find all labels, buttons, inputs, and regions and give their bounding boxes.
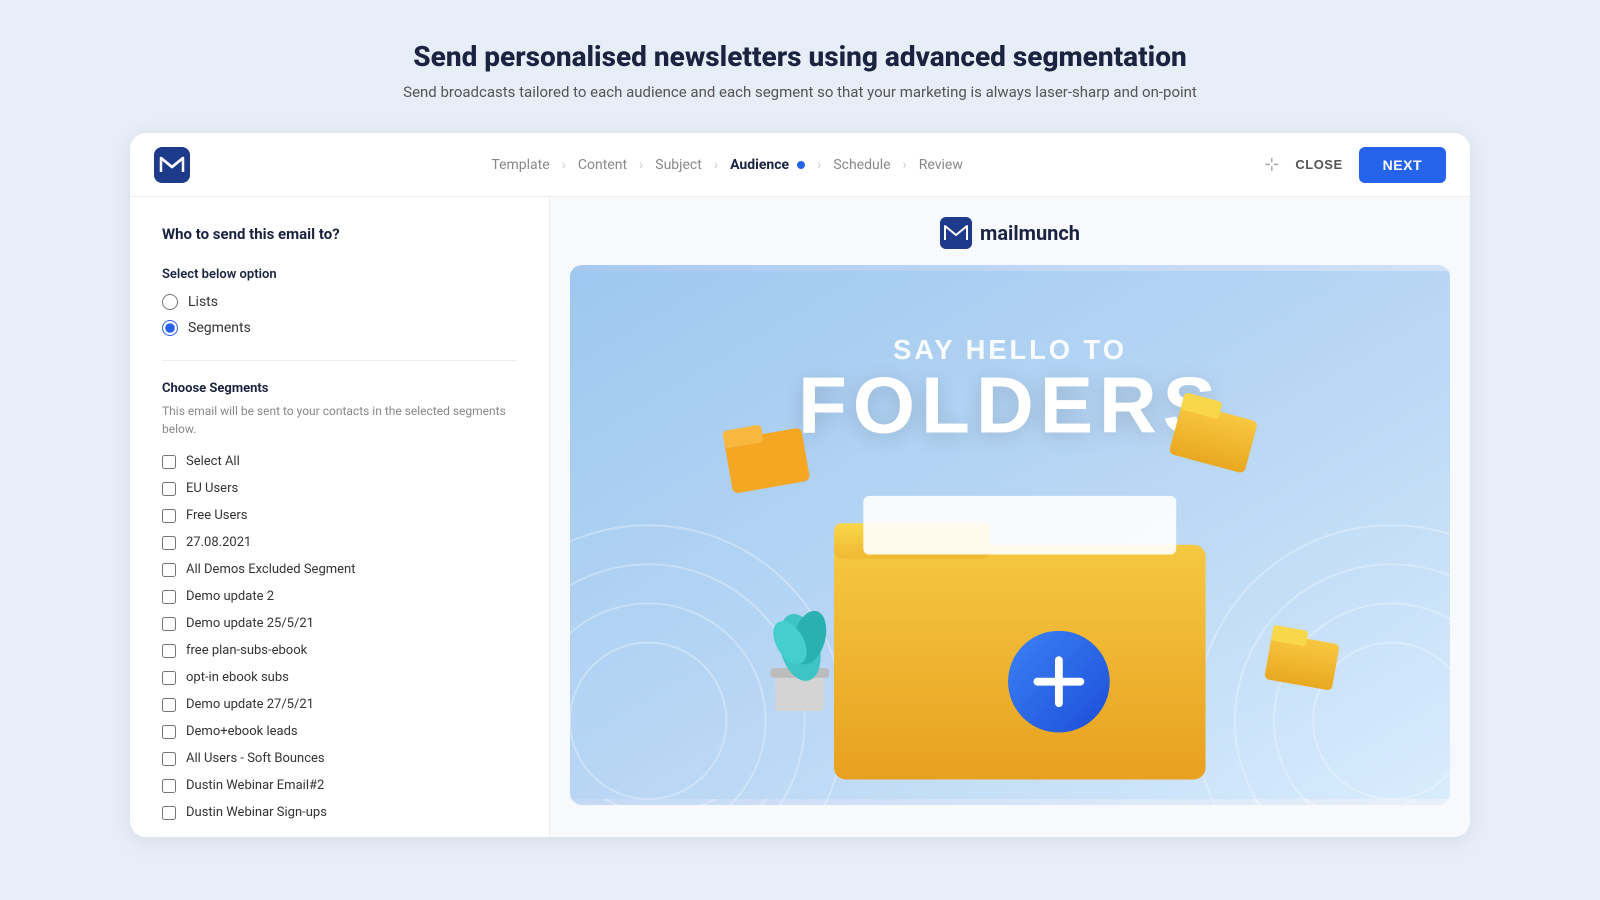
checkbox-free-plan-subs-label: free plan-subs-ebook (186, 643, 307, 658)
checkbox-demo-update-27-label: Demo update 27/5/21 (186, 697, 314, 712)
checkbox-all-users-soft[interactable]: All Users - Soft Bounces (162, 751, 517, 766)
checkbox-eu-users[interactable]: EU Users (162, 481, 517, 496)
nav-right: ⊹ CLOSE NEXT (1264, 147, 1446, 183)
banner-svg: SAY HELLO TO FOLDERS (570, 265, 1450, 805)
nav-step-template[interactable]: Template (491, 157, 549, 173)
main-content: Who to send this email to? Select below … (130, 197, 1470, 837)
checkbox-demo-update-27[interactable]: Demo update 27/5/21 (162, 697, 517, 712)
mailmunch-logo: mailmunch (940, 217, 1080, 249)
checkbox-free-users-label: Free Users (186, 508, 247, 523)
checkbox-select-all-label: Select All (186, 454, 240, 469)
logo (154, 147, 190, 183)
checkbox-all-demos[interactable]: All Demos Excluded Segment (162, 562, 517, 577)
checkbox-demo-ebook-leads[interactable]: Demo+ebook leads (162, 724, 517, 739)
checkbox-opt-in-ebook-label: opt-in ebook subs (186, 670, 289, 685)
right-panel: mailmunch (550, 197, 1470, 837)
checkbox-date-27[interactable]: 27.08.2021 (162, 535, 517, 550)
svg-text:FOLDERS: FOLDERS (798, 359, 1222, 449)
nav-steps: Template › Content › Subject › Audience … (190, 157, 1264, 173)
checkbox-select-all[interactable]: Select All (162, 454, 517, 469)
active-dot (797, 161, 805, 169)
nav-step-audience[interactable]: Audience (730, 157, 805, 173)
checkbox-dustin-webinar-signups[interactable]: Dustin Webinar Sign-ups (162, 805, 517, 820)
checkbox-demo-update-25[interactable]: Demo update 25/5/21 (162, 616, 517, 631)
left-panel: Who to send this email to? Select below … (130, 197, 550, 837)
checkbox-dustin-webinar-signups-label: Dustin Webinar Sign-ups (186, 805, 327, 820)
mailmunch-logo-text: mailmunch (980, 221, 1080, 245)
nav-arrow-4: › (817, 157, 821, 173)
radio-lists-label: Lists (188, 294, 218, 310)
checkbox-all-demos-label: All Demos Excluded Segment (186, 562, 355, 577)
preview-banner: SAY HELLO TO FOLDERS (570, 265, 1450, 805)
radio-segments[interactable]: Segments (162, 320, 517, 336)
nav-step-content[interactable]: Content (578, 157, 627, 173)
page-header: Send personalised newsletters using adva… (403, 40, 1197, 101)
checkbox-demo-ebook-leads-label: Demo+ebook leads (186, 724, 298, 739)
page-subheading: Send broadcasts tailored to each audienc… (403, 83, 1197, 101)
checkbox-demo-update-25-label: Demo update 25/5/21 (186, 616, 314, 631)
checkbox-demo-update2-label: Demo update 2 (186, 589, 274, 604)
checkbox-eu-users-label: EU Users (186, 481, 238, 496)
checkbox-free-plan-subs[interactable]: free plan-subs-ebook (162, 643, 517, 658)
radio-lists[interactable]: Lists (162, 294, 517, 310)
left-panel-title: Who to send this email to? (162, 225, 517, 243)
option-section: Select below option Lists Segments (162, 267, 517, 336)
nav-arrow-2: › (639, 157, 643, 173)
main-card: Template › Content › Subject › Audience … (130, 133, 1470, 837)
nav-arrow-5: › (903, 157, 907, 173)
checkbox-opt-in-ebook[interactable]: opt-in ebook subs (162, 670, 517, 685)
checkbox-all-users-soft-label: All Users - Soft Bounces (186, 751, 325, 766)
nav-arrow-1: › (562, 157, 566, 173)
page-heading: Send personalised newsletters using adva… (403, 40, 1197, 73)
segments-description: This email will be sent to your contacts… (162, 402, 517, 438)
segments-section: Choose Segments This email will be sent … (162, 381, 517, 820)
divider (162, 360, 517, 361)
nav-step-review[interactable]: Review (919, 157, 963, 173)
checkbox-dustin-webinar-email[interactable]: Dustin Webinar Email#2 (162, 778, 517, 793)
select-option-label: Select below option (162, 267, 517, 282)
checkbox-dustin-webinar-email-label: Dustin Webinar Email#2 (186, 778, 324, 793)
mailmunch-logo-icon (940, 217, 972, 249)
expand-icon[interactable]: ⊹ (1264, 154, 1279, 175)
checkbox-date-27-label: 27.08.2021 (186, 535, 251, 550)
radio-segments-label: Segments (188, 320, 251, 336)
checkbox-free-users[interactable]: Free Users (162, 508, 517, 523)
top-nav: Template › Content › Subject › Audience … (130, 133, 1470, 197)
nav-step-subject[interactable]: Subject (655, 157, 702, 173)
next-button[interactable]: NEXT (1359, 147, 1446, 183)
segments-title: Choose Segments (162, 381, 517, 396)
checkbox-demo-update2[interactable]: Demo update 2 (162, 589, 517, 604)
nav-arrow-3: › (714, 157, 718, 173)
close-button[interactable]: CLOSE (1295, 157, 1342, 172)
nav-step-schedule[interactable]: Schedule (833, 157, 890, 173)
